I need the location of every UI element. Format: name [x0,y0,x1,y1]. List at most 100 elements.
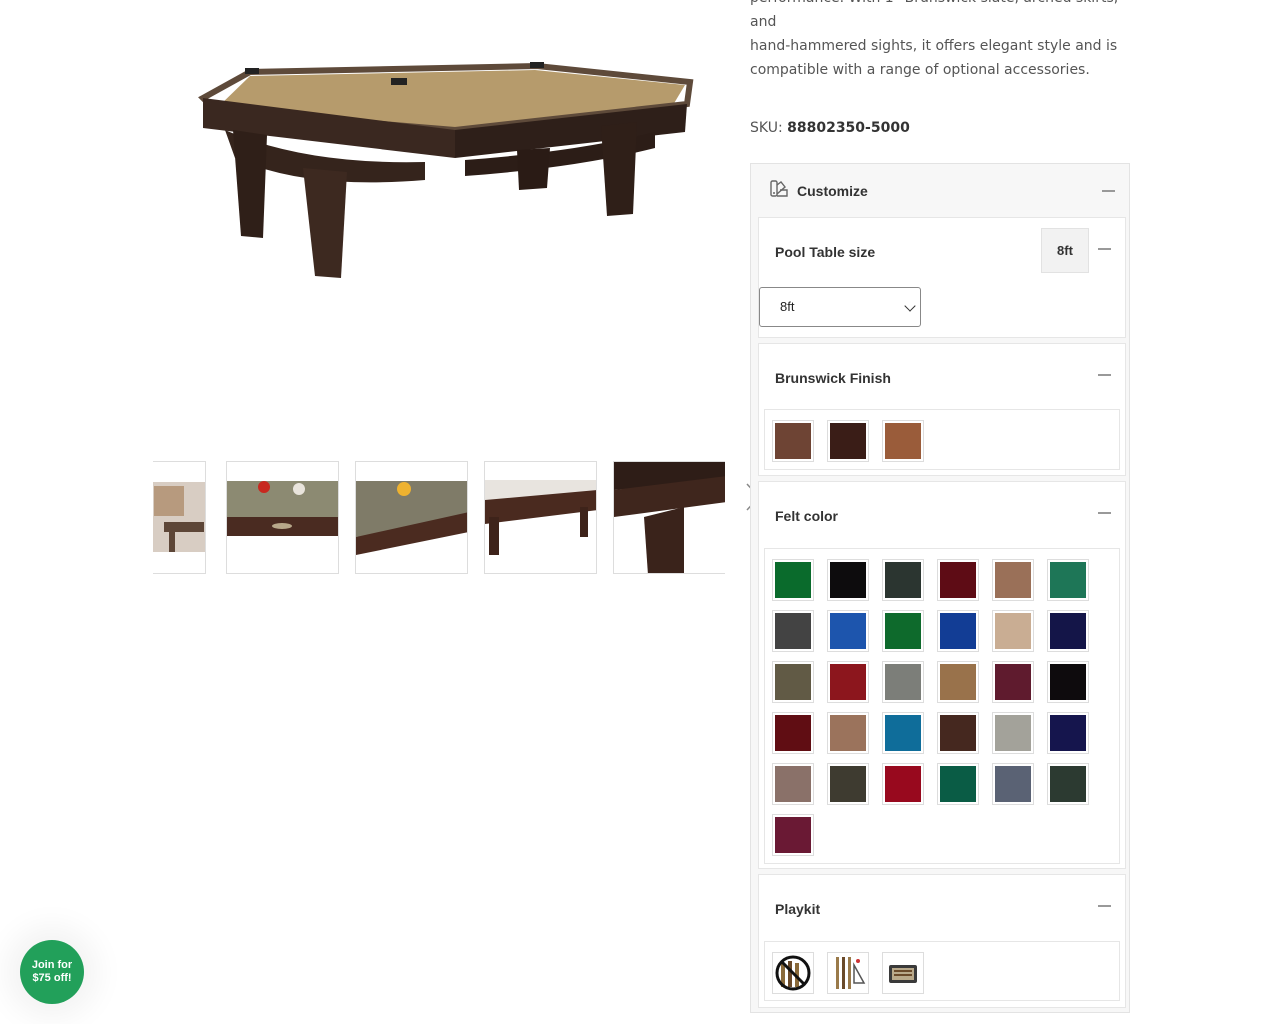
felt-swatch-color [995,613,1031,649]
felt-swatch-color [940,766,976,802]
product-description: performance. With 1" Brunswick slate, ar… [750,0,1120,82]
felt-swatch[interactable] [772,763,814,805]
felt-swatch-color [1050,715,1086,751]
finish-title: Brunswick Finish [775,370,891,386]
felt-swatch[interactable] [937,559,979,601]
collapse-customize-icon[interactable] [1102,190,1115,192]
selected-size-badge: 8ft [1041,228,1089,273]
collapse-finish-icon[interactable] [1098,374,1111,376]
collapse-playkit-icon[interactable] [1098,905,1111,907]
felt-swatch[interactable] [937,661,979,703]
felt-swatch[interactable] [827,661,869,703]
felt-swatch[interactable] [1047,559,1089,601]
felt-swatch[interactable] [992,610,1034,652]
felt-swatch[interactable] [992,559,1034,601]
felt-swatch[interactable] [882,712,924,754]
felt-swatch-color [995,766,1031,802]
felt-swatch[interactable] [827,559,869,601]
felt-swatch[interactable] [772,712,814,754]
sku-label: SKU: [750,120,783,136]
felt-swatch[interactable] [882,661,924,703]
felt-swatch-color [940,715,976,751]
felt-swatch[interactable] [827,763,869,805]
felt-swatch-color [775,817,811,853]
finish-swatch-box [764,409,1120,470]
felt-section: Felt color [758,481,1126,869]
finish-swatch[interactable] [827,420,869,462]
collapse-size-icon[interactable] [1098,248,1111,250]
felt-swatch[interactable] [827,712,869,754]
pool-table-size-select[interactable]: 8ft [759,287,921,327]
felt-swatch-color [1050,562,1086,598]
thumbnail-1[interactable] [153,461,206,574]
finish-swatch-color [830,423,866,459]
felt-swatch[interactable] [772,814,814,856]
customize-header[interactable]: Customize [751,164,1129,216]
finish-swatch[interactable] [882,420,924,462]
felt-title: Felt color [775,508,839,524]
felt-swatch-color [775,664,811,700]
felt-swatch[interactable] [992,712,1034,754]
felt-swatch-color [885,766,921,802]
felt-swatch[interactable] [827,610,869,652]
select-value: 8ft [780,299,795,314]
felt-swatch[interactable] [937,712,979,754]
felt-swatch-color [775,562,811,598]
pool-table-size-section: Pool Table size 8ft 8ft [758,217,1126,338]
thumbnail-strip [153,461,725,574]
felt-swatch-color [830,766,866,802]
thumbnail-2[interactable] [226,461,339,574]
felt-swatch-color [995,715,1031,751]
felt-swatch[interactable] [772,610,814,652]
felt-swatch-color [940,613,976,649]
felt-swatch-color [830,715,866,751]
felt-swatch[interactable] [937,763,979,805]
no-playkit-option[interactable] [772,952,814,994]
no-playkit-icon [775,955,811,991]
join-badge-line1: Join for [31,959,73,971]
felt-swatch[interactable] [882,763,924,805]
thumbnail-4[interactable] [484,461,597,574]
felt-swatch[interactable] [882,559,924,601]
customize-panel: Customize Pool Table size 8ft 8ft Brunsw… [750,163,1130,1013]
felt-swatch-box [764,548,1120,864]
felt-swatch-color [940,562,976,598]
felt-swatch[interactable] [882,610,924,652]
collapse-felt-icon[interactable] [1098,512,1111,514]
thumbnail-5[interactable] [613,461,725,574]
felt-swatch-color [995,664,1031,700]
felt-swatch[interactable] [772,559,814,601]
cue-set-icon [836,957,866,989]
description-line: hand-hammered sights, it offers elegant … [750,38,1118,54]
felt-swatch[interactable] [1047,712,1089,754]
pool-table-size-title: Pool Table size [775,244,876,260]
felt-swatch[interactable] [992,763,1034,805]
customize-title: Customize [797,183,868,199]
sku: SKU: 88802350-5000 [750,120,910,136]
finish-swatch-color [885,423,921,459]
join-discount-badge[interactable]: Join for $75 off! [20,940,84,1004]
finish-swatch[interactable] [772,420,814,462]
swatch-book-icon [769,179,789,199]
finish-section: Brunswick Finish [758,343,1126,476]
join-badge-line2: $75 off! [32,972,72,984]
felt-swatch[interactable] [1047,661,1089,703]
felt-swatch[interactable] [772,661,814,703]
felt-swatch-color [830,613,866,649]
thumbnail-3[interactable] [355,461,468,574]
felt-swatch-color [885,664,921,700]
cue-case-option[interactable] [882,952,924,994]
felt-swatch[interactable] [937,610,979,652]
felt-swatch-color [1050,766,1086,802]
description-line: performance. With 1" Brunswick slate, ar… [750,0,1118,30]
chevron-down-icon [904,300,916,312]
felt-swatch-color [1050,664,1086,700]
main-product-image[interactable] [155,40,725,420]
felt-swatch[interactable] [1047,610,1089,652]
cue-set-option[interactable] [827,952,869,994]
felt-swatch-color [1050,613,1086,649]
felt-swatch[interactable] [992,661,1034,703]
cue-case-icon [889,965,917,983]
felt-swatch[interactable] [1047,763,1089,805]
playkit-title: Playkit [775,901,821,917]
